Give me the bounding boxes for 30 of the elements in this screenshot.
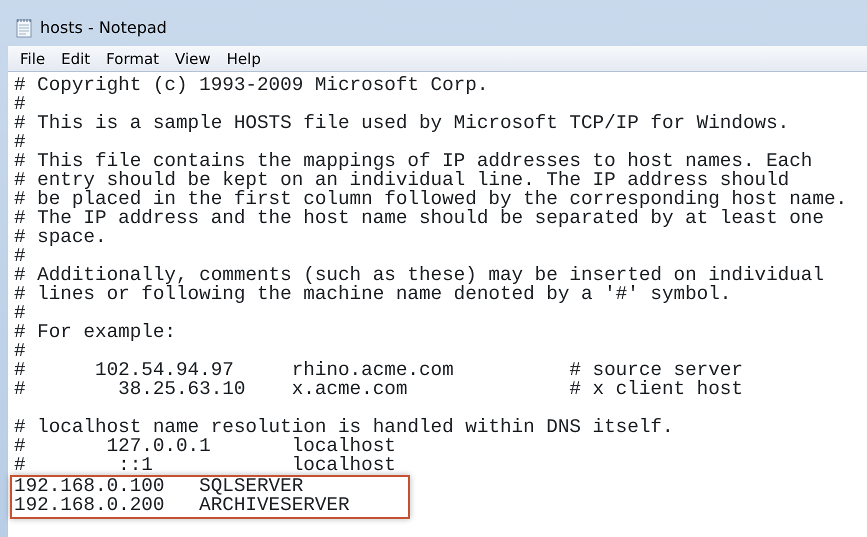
text-line: # entry should be kept on an individual line. The IP address should (14, 171, 790, 190)
text-line: # Additionally, comments (such as these) may be inserted on individual (14, 266, 825, 285)
text-line: 192.168.0.200 ARCHIVESERVER (14, 496, 350, 515)
menu-item[interactable]: Edit (53, 46, 98, 70)
text-line: # be placed in the first column followed by the corresponding host name. (14, 190, 848, 209)
text-editor[interactable] (8, 72, 867, 537)
text-line: # (14, 247, 27, 266)
text-line: # (14, 133, 27, 152)
text-line: # (14, 304, 27, 323)
menu-item[interactable]: View (167, 46, 219, 70)
text-line: # lines or following the machine name denoted by a '#' symbol. (14, 285, 732, 304)
notepad-icon (16, 18, 32, 38)
text-line: # space. (14, 228, 108, 247)
text-line: # For example: (14, 323, 177, 342)
text-line: # 102.54.94.97 rhino.acme.com # source server (14, 361, 744, 380)
menu-item[interactable]: Help (218, 46, 269, 70)
window-title: hosts - Notepad (40, 17, 167, 39)
menu-item[interactable]: Format (98, 46, 168, 70)
text-line: # 127.0.0.1 localhost (14, 437, 397, 456)
text-line: # This is a sample HOSTS file used by Microsoft TCP/IP for Windows. (14, 114, 790, 133)
text-line: # (14, 95, 27, 114)
menu-item[interactable]: File (12, 46, 54, 70)
text-line: # ::1 localhost (14, 456, 397, 475)
text-line: # This file contains the mappings of IP addresses to host names. Each (14, 152, 814, 171)
text-line: # 38.25.63.10 x.acme.com # x client host (14, 380, 744, 399)
text-line: # (14, 342, 27, 361)
text-line: 192.168.0.100 SQLSERVER (14, 477, 304, 496)
text-line: # The IP address and the host name should be separated by at least one (14, 209, 825, 228)
text-line: # Copyright (c) 1993-2009 Microsoft Corp. (14, 76, 490, 95)
text-line: # localhost name resolution is handled within DNS itself. (14, 418, 675, 437)
